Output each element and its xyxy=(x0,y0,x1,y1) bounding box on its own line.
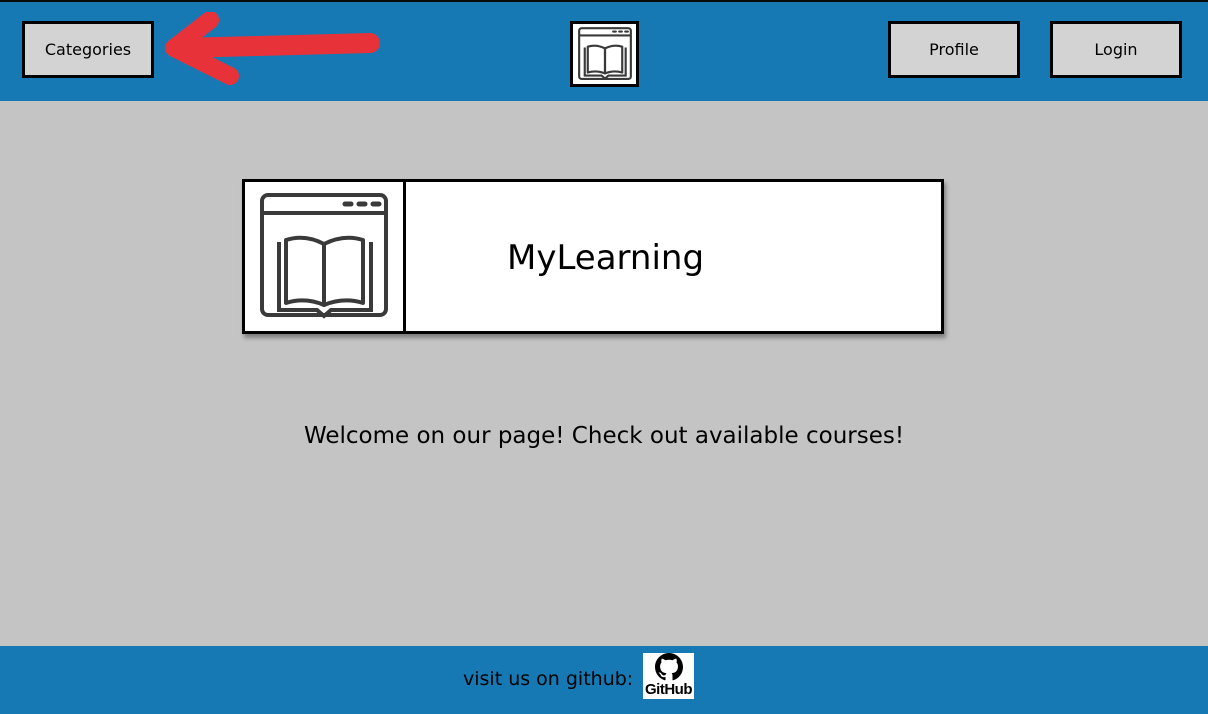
brand-card: MyLearning xyxy=(242,179,944,334)
top-navbar: Categories Profile Login xyxy=(0,0,1208,101)
arrow-left-icon xyxy=(165,12,380,85)
categories-button[interactable]: Categories xyxy=(22,21,154,78)
logo-button[interactable] xyxy=(570,21,639,87)
book-browser-icon xyxy=(260,192,388,319)
footer-text: visit us on github: xyxy=(463,668,634,690)
book-browser-icon xyxy=(577,27,632,81)
card-icon-panel xyxy=(245,182,406,331)
profile-button[interactable]: Profile xyxy=(888,21,1020,78)
footer: visit us on github: GitHub xyxy=(0,646,1208,714)
login-button[interactable]: Login xyxy=(1050,21,1182,78)
site-title: MyLearning xyxy=(507,238,705,278)
github-icon xyxy=(654,653,683,681)
github-logo-text: GitHub xyxy=(645,681,693,698)
github-link[interactable]: GitHub xyxy=(643,653,694,699)
welcome-message: Welcome on our page! Check out available… xyxy=(303,423,905,449)
